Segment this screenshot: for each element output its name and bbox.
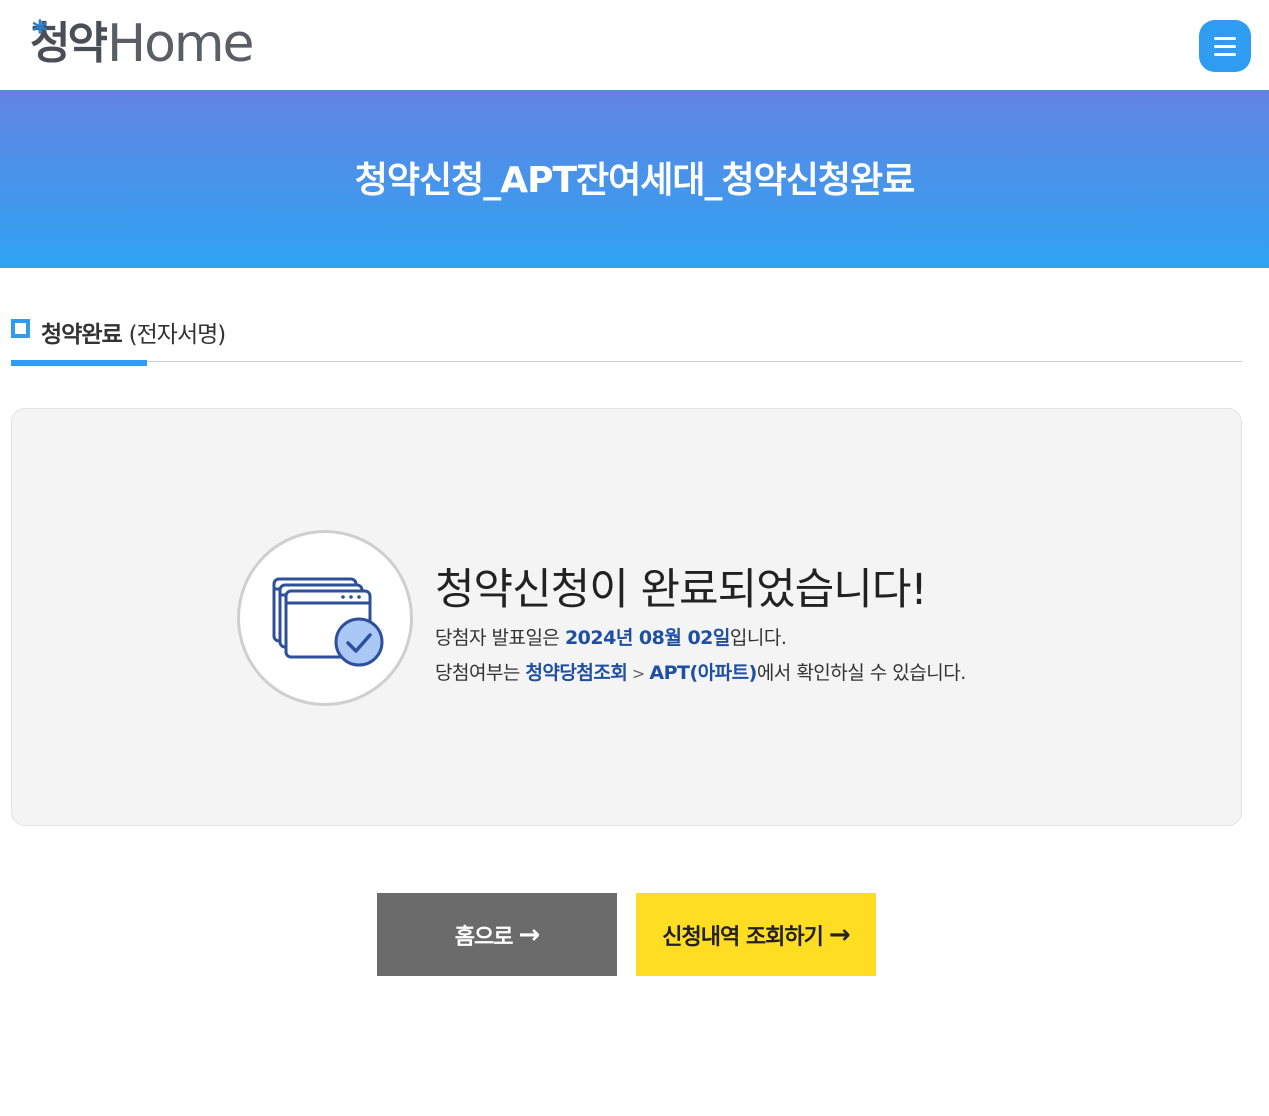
- logo-star-icon: *: [32, 15, 48, 50]
- history-label: 신청내역 조회하기: [662, 924, 824, 950]
- result-card: 청약신청이 완료되었습니다! 당첨자 발표일은 2024년 08월 02일입니다…: [11, 408, 1242, 826]
- menu-line: [1214, 36, 1236, 40]
- hamburger-menu-icon[interactable]: [1199, 20, 1251, 72]
- winner-lookup-link[interactable]: 청약당첨조회: [525, 662, 627, 684]
- check-result-text: 당첨여부는 청약당첨조회 > APT(아파트)에서 확인하실 수 있습니다.: [435, 658, 966, 685]
- announcement-date-text: 당첨자 발표일은 2024년 08월 02일입니다.: [435, 623, 787, 650]
- arrow-right-icon: →: [518, 919, 540, 950]
- section-title-main: 청약완료: [41, 322, 123, 348]
- section-header: 청약완료 (전자서명): [11, 310, 1242, 368]
- section-title-sub: (전자서명): [128, 322, 227, 348]
- check-prefix: 당첨여부는: [435, 662, 526, 684]
- arrow-right-icon: →: [828, 919, 851, 950]
- check-suffix: 에서 확인하실 수 있습니다.: [756, 662, 966, 684]
- view-application-history-button[interactable]: 신청내역 조회하기 →: [636, 893, 876, 976]
- windows-check-icon: [237, 530, 413, 706]
- logo-korean-text: * 청약: [30, 18, 108, 66]
- page-banner: 청약신청_APT잔여세대_청약신청완료: [0, 90, 1269, 268]
- go-home-label: 홈으로: [454, 924, 514, 950]
- square-bullet-icon: [11, 319, 30, 338]
- announce-date: 2024년 08월 02일: [564, 627, 730, 649]
- go-home-button[interactable]: 홈으로 →: [377, 893, 617, 976]
- menu-line: [1214, 52, 1236, 56]
- page-title: 청약신청_APT잔여세대_청약신청완료: [354, 160, 915, 201]
- announce-prefix: 당첨자 발표일은: [435, 627, 565, 649]
- section-divider: [11, 361, 1242, 362]
- completion-heading: 청약신청이 완료되었습니다!: [435, 565, 928, 615]
- apt-lookup-link[interactable]: APT(아파트): [649, 662, 757, 684]
- top-header: * 청약 Home: [0, 0, 1269, 90]
- breadcrumb-separator: >: [627, 664, 650, 683]
- logo-english-text: Home: [106, 14, 255, 74]
- section-accent-bar: [11, 360, 147, 366]
- section-title: 청약완료 (전자서명): [41, 315, 227, 349]
- cheongyak-home-logo[interactable]: * 청약 Home: [30, 14, 255, 74]
- menu-line: [1214, 44, 1236, 48]
- announce-suffix: 입니다.: [729, 627, 787, 649]
